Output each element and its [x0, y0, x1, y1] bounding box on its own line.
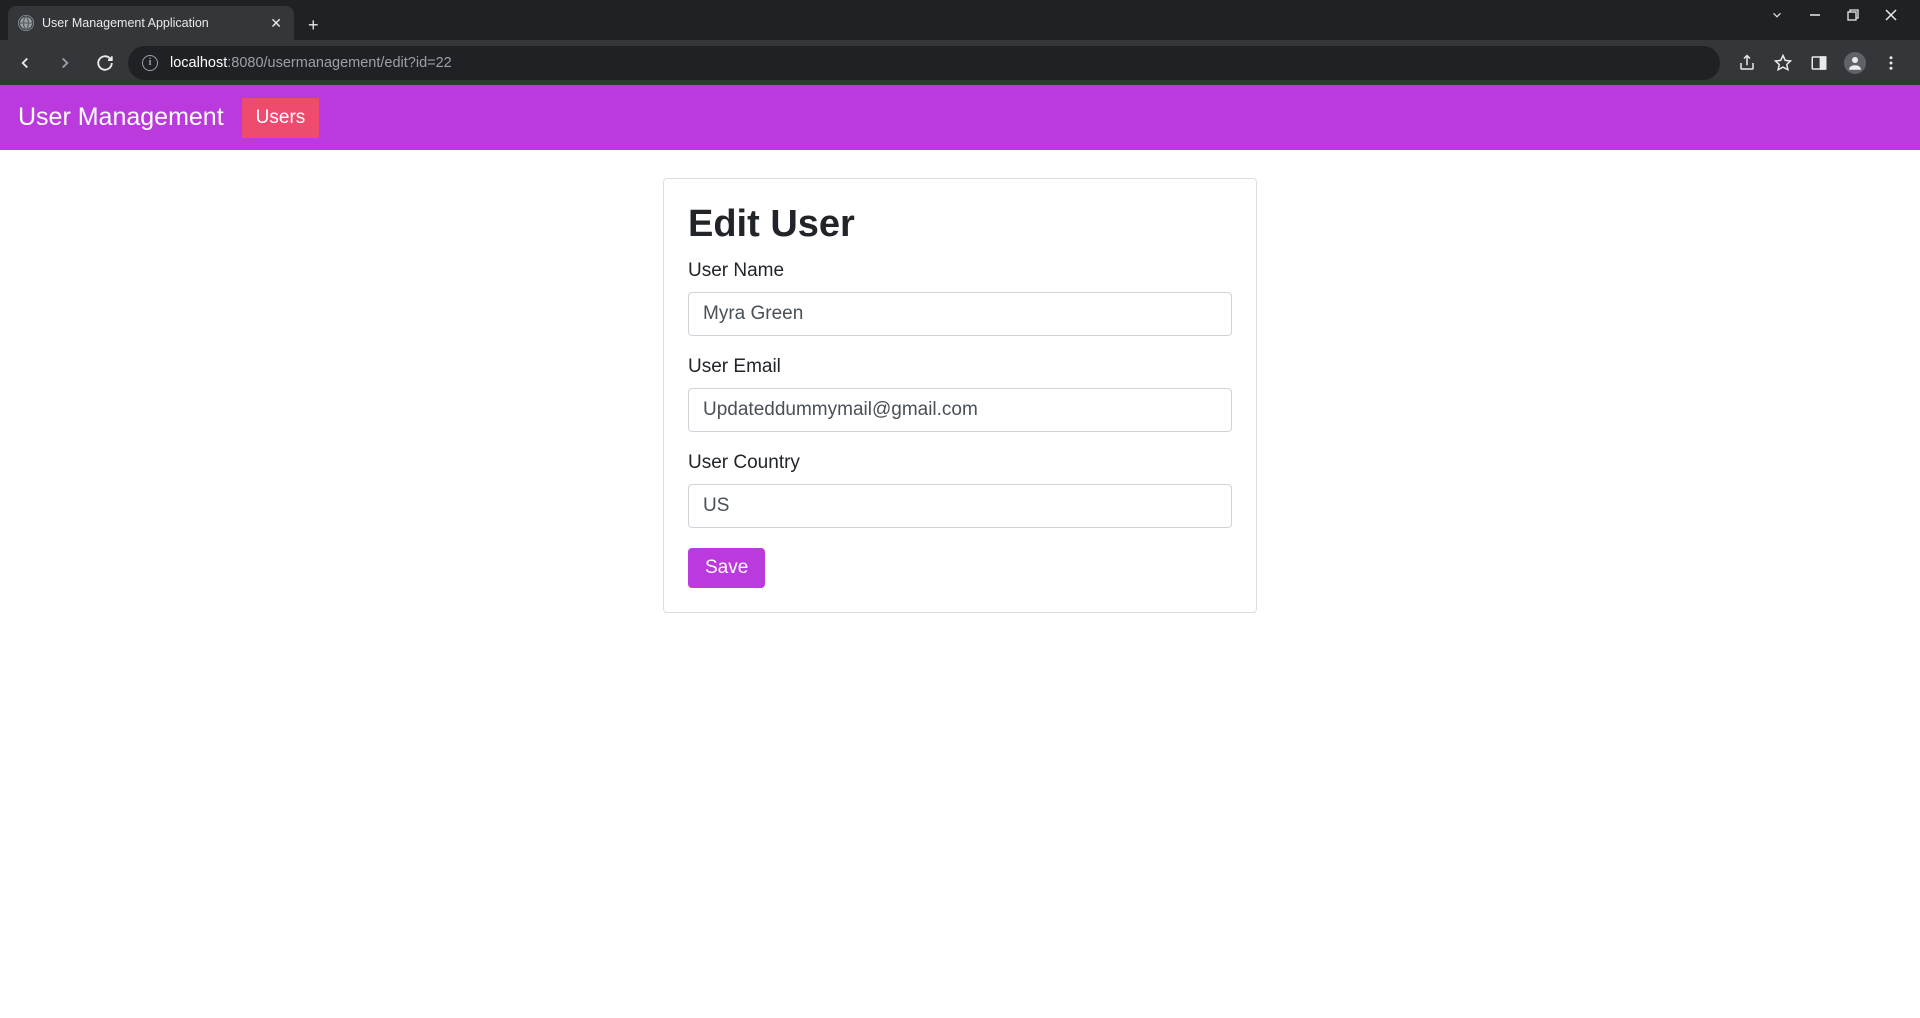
globe-icon: [18, 15, 34, 31]
label-user-email: User Email: [688, 356, 1232, 378]
nav-link-users[interactable]: Users: [242, 98, 320, 138]
edit-user-card: Edit User User Name User Email User Coun…: [663, 178, 1257, 613]
window-controls: [1748, 0, 1920, 35]
bookmark-star-icon[interactable]: [1772, 52, 1794, 74]
kebab-menu-icon[interactable]: [1880, 52, 1902, 74]
label-user-country: User Country: [688, 452, 1232, 474]
url-host: localhost: [170, 55, 227, 71]
forward-button[interactable]: [48, 46, 82, 80]
reload-button[interactable]: [88, 46, 122, 80]
minimize-icon[interactable]: [1800, 8, 1830, 27]
share-icon[interactable]: [1736, 52, 1758, 74]
input-user-email[interactable]: [688, 388, 1232, 432]
tab-close-icon[interactable]: ✕: [268, 13, 284, 34]
site-info-icon[interactable]: i: [142, 55, 158, 71]
new-tab-button[interactable]: +: [294, 10, 333, 40]
url-path: :8080/usermanagement/edit?id=22: [227, 55, 452, 71]
maximize-icon[interactable]: [1838, 8, 1868, 27]
profile-avatar-icon[interactable]: [1844, 52, 1866, 74]
form-group-country: User Country: [688, 452, 1232, 528]
label-user-name: User Name: [688, 260, 1232, 282]
tab-bar: User Management Application ✕ +: [0, 0, 1920, 40]
address-row: i localhost:8080/usermanagement/edit?id=…: [0, 40, 1920, 85]
app-brand[interactable]: User Management: [18, 103, 224, 132]
save-button[interactable]: Save: [688, 548, 765, 588]
tab-search-icon[interactable]: [1762, 8, 1792, 27]
side-panel-icon[interactable]: [1808, 52, 1830, 74]
input-user-name[interactable]: [688, 292, 1232, 336]
close-window-icon[interactable]: [1876, 8, 1906, 27]
page-heading: Edit User: [688, 203, 1232, 246]
browser-tab[interactable]: User Management Application ✕: [8, 6, 294, 40]
main-container: Edit User User Name User Email User Coun…: [0, 150, 1920, 613]
app-navbar: User Management Users: [0, 85, 1920, 150]
tab-title: User Management Application: [42, 16, 260, 30]
toolbar-right-icons: [1726, 52, 1912, 74]
browser-chrome: User Management Application ✕ +: [0, 0, 1920, 85]
back-button[interactable]: [8, 46, 42, 80]
input-user-country[interactable]: [688, 484, 1232, 528]
url-text: localhost:8080/usermanagement/edit?id=22: [170, 55, 452, 71]
form-group-name: User Name: [688, 260, 1232, 336]
address-bar[interactable]: i localhost:8080/usermanagement/edit?id=…: [128, 46, 1720, 80]
form-group-email: User Email: [688, 356, 1232, 432]
